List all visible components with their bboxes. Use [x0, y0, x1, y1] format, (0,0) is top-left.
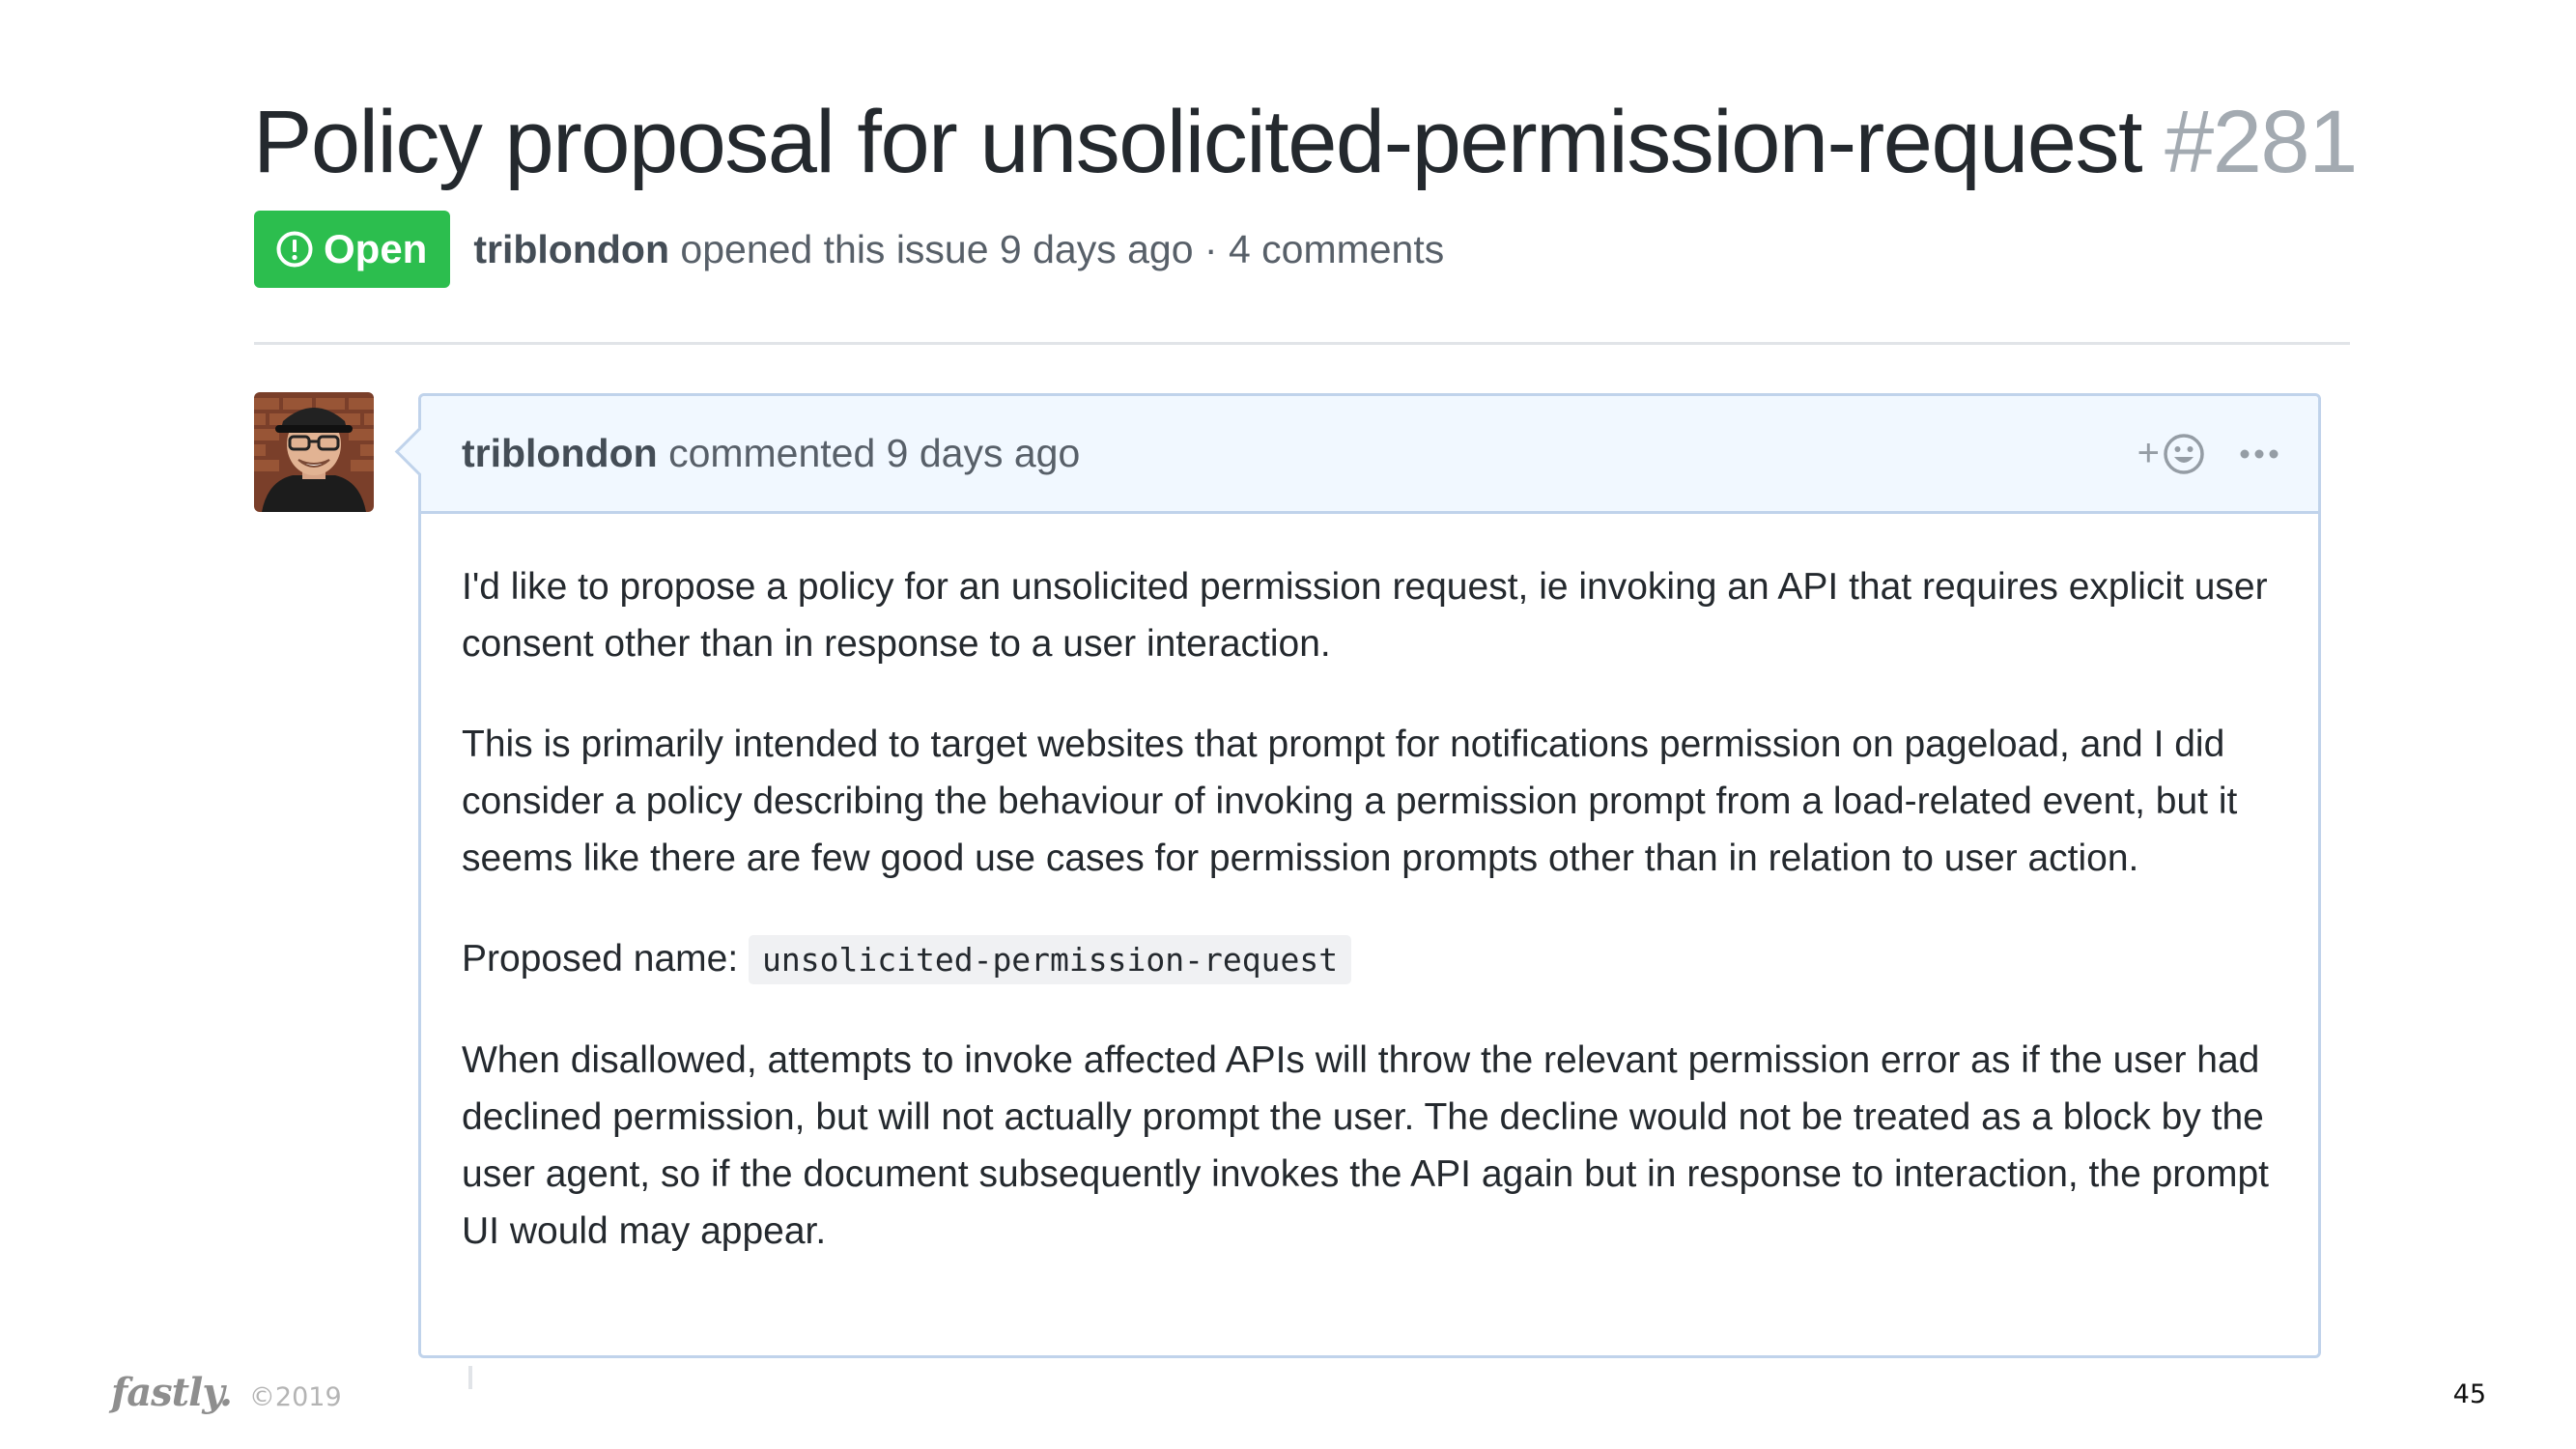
more-options-button[interactable] — [2239, 448, 2279, 460]
state-badge: Open — [254, 211, 451, 288]
comment-paragraph: When disallowed, attempts to invoke affe… — [462, 1039, 2269, 1252]
comment-header: triblondon commented 9 days ago + — [421, 396, 2318, 514]
copyright-text: ©2019 — [248, 1382, 342, 1412]
kebab-horizontal-icon — [2239, 448, 2279, 460]
header-divider — [254, 342, 2350, 345]
issue-title: Policy proposal for unsolicited-permissi… — [253, 93, 2143, 191]
issue-meta: Open triblondon opened this issue 9 days… — [254, 211, 1444, 288]
comment-body: I'd like to propose a policy for an unso… — [421, 514, 2318, 1260]
state-label: Open — [324, 226, 428, 271]
smiley-icon — [2162, 432, 2206, 476]
avatar[interactable] — [254, 392, 374, 512]
timeline-connector — [468, 1366, 472, 1389]
comment-paragraph: I'd like to propose a policy for an unso… — [462, 566, 2268, 665]
fastly-logo: fastly. — [111, 1370, 233, 1415]
comment-author-link[interactable]: triblondon — [462, 431, 658, 475]
issue-author-link[interactable]: triblondon — [473, 227, 669, 271]
comment-card: triblondon commented 9 days ago + I'd li… — [394, 393, 2321, 1358]
reaction-plus: + — [2137, 432, 2160, 474]
issue-meta-text: triblondon opened this issue 9 days ago … — [473, 227, 1444, 272]
comment-paragraph: This is primarily intended to target web… — [462, 724, 2238, 879]
slide-page-number: 45 — [2452, 1379, 2486, 1409]
issue-opened-icon — [275, 230, 314, 269]
comment-actions: + — [2137, 432, 2279, 476]
footer-brand: fastly. ©2019 — [111, 1370, 342, 1415]
proposed-name-line: Proposed name: unsolicited-permission-re… — [462, 930, 2279, 988]
issue-number: #281 — [2165, 93, 2358, 191]
issue-title-heading: Policy proposal for unsolicited-permissi… — [253, 89, 2358, 195]
issue-meta-detail: opened this issue 9 days ago · 4 comment… — [680, 226, 1445, 271]
comment-meta: triblondon commented 9 days ago — [462, 431, 1080, 476]
add-reaction-button[interactable]: + — [2137, 432, 2206, 476]
comment-action-text: commented 9 days ago — [668, 431, 1081, 475]
proposed-name-code: unsolicited-permission-request — [749, 935, 1352, 984]
proposed-name-label: Proposed name: — [462, 938, 739, 980]
